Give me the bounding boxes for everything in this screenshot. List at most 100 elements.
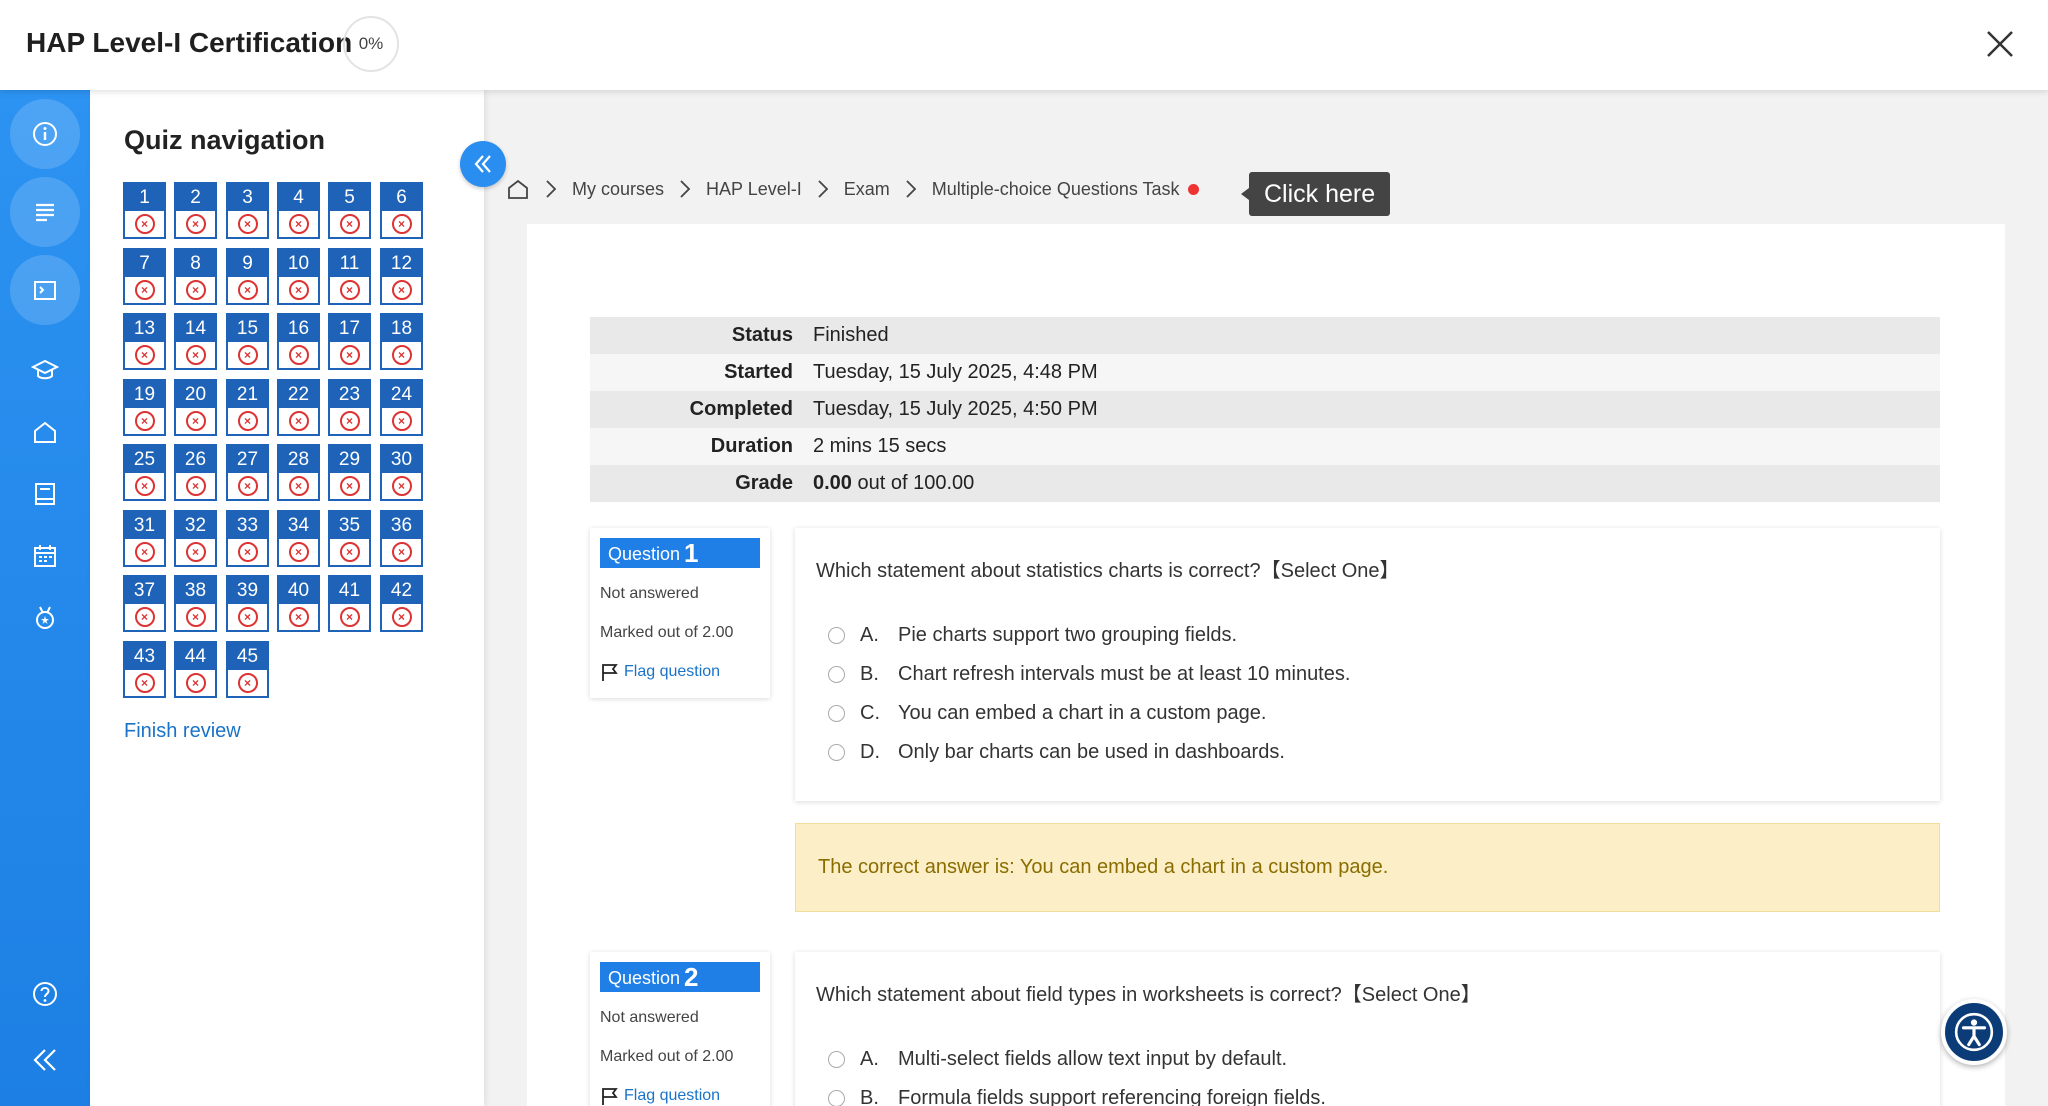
flag-question-button[interactable]: Flag question (600, 662, 720, 682)
accessibility-icon (1954, 1012, 1994, 1052)
question-number: 30 (382, 446, 421, 473)
click-here-tooltip[interactable]: Click here (1240, 172, 1391, 216)
quiz-nav-question-button[interactable]: 25 × (123, 444, 166, 501)
breadcrumb-task[interactable]: Multiple-choice Questions Task (932, 179, 1180, 200)
breadcrumb-exam[interactable]: Exam (844, 179, 890, 200)
quiz-nav-question-button[interactable]: 30 × (380, 444, 423, 501)
incorrect-icon: × (185, 280, 206, 300)
badges-button[interactable] (10, 583, 80, 653)
radio-button[interactable] (828, 1090, 845, 1106)
quiz-nav-question-button[interactable]: 19 × (123, 379, 166, 436)
collapse-rail-button[interactable] (10, 1025, 80, 1095)
option-d[interactable]: D. Only bar charts can be used in dashboa… (828, 741, 1285, 764)
calendar-button[interactable] (10, 521, 80, 591)
quiz-nav-question-button[interactable]: 20 × (174, 379, 217, 436)
courses-button[interactable] (10, 335, 80, 405)
quiz-nav-question-button[interactable]: 12 × (380, 248, 423, 305)
incorrect-icon: × (237, 345, 258, 365)
quiz-nav-question-button[interactable]: 10 × (277, 248, 320, 305)
quiz-nav-question-button[interactable]: 34 × (277, 510, 320, 567)
quiz-nav-question-button[interactable]: 33 × (226, 510, 269, 567)
incorrect-icon: × (339, 476, 360, 496)
home-button[interactable] (10, 397, 80, 467)
question-number: 1 (125, 184, 164, 211)
question-number: 32 (176, 512, 215, 539)
breadcrumb-my-courses[interactable]: My courses (572, 179, 664, 200)
quiz-nav-question-button[interactable]: 3 × (226, 182, 269, 239)
quiz-nav-question-button[interactable]: 39 × (226, 575, 269, 632)
finish-review-link[interactable]: Finish review (124, 720, 241, 743)
home-icon[interactable] (506, 177, 530, 201)
quiz-nav-question-button[interactable]: 16 × (277, 313, 320, 370)
option-letter: A. (860, 1048, 879, 1070)
radio-button[interactable] (828, 1051, 845, 1068)
quiz-button[interactable] (10, 255, 80, 325)
contents-button[interactable] (10, 177, 80, 247)
info-icon (33, 122, 57, 146)
radio-button[interactable] (828, 666, 845, 683)
question-label-text: Question (608, 968, 681, 988)
radio-button[interactable] (828, 627, 845, 644)
quiz-nav-question-button[interactable]: 41 × (328, 575, 371, 632)
quiz-nav-question-button[interactable]: 32 × (174, 510, 217, 567)
list-icon (36, 203, 54, 222)
library-button[interactable] (10, 459, 80, 529)
quiz-nav-question-button[interactable]: 28 × (277, 444, 320, 501)
quiz-nav-question-button[interactable]: 27 × (226, 444, 269, 501)
quiz-nav-question-button[interactable]: 9 × (226, 248, 269, 305)
quiz-nav-question-button[interactable]: 1 × (123, 182, 166, 239)
info-button[interactable] (10, 99, 80, 169)
quiz-nav-question-button[interactable]: 14 × (174, 313, 217, 370)
option-b[interactable]: B. Chart refresh intervals must be at lea… (828, 663, 1350, 686)
quiz-nav-question-button[interactable]: 42 × (380, 575, 423, 632)
quiz-nav-question-button[interactable]: 6 × (380, 182, 423, 239)
quiz-nav-question-button[interactable]: 31 × (123, 510, 166, 567)
double-chevron-left-icon (474, 155, 491, 173)
quiz-nav-question-button[interactable]: 23 × (328, 379, 371, 436)
quiz-nav-question-button[interactable]: 29 × (328, 444, 371, 501)
quiz-icon (34, 281, 56, 300)
quiz-nav-question-button[interactable]: 40 × (277, 575, 320, 632)
quiz-nav-question-button[interactable]: 7 × (123, 248, 166, 305)
accessibility-button[interactable] (1941, 999, 2007, 1065)
quiz-nav-question-button[interactable]: 11 × (328, 248, 371, 305)
incorrect-icon: × (288, 607, 309, 627)
breadcrumb-course[interactable]: HAP Level-I (706, 179, 802, 200)
quiz-nav-question-button[interactable]: 24 × (380, 379, 423, 436)
quiz-nav-question-button[interactable]: 44 × (174, 641, 217, 698)
quiz-nav-question-button[interactable]: 8 × (174, 248, 217, 305)
radio-button[interactable] (828, 744, 845, 761)
quiz-nav-question-button[interactable]: 4 × (277, 182, 320, 239)
quiz-nav-question-button[interactable]: 17 × (328, 313, 371, 370)
incorrect-icon: × (185, 345, 206, 365)
quiz-nav-question-button[interactable]: 15 × (226, 313, 269, 370)
flag-question-button[interactable]: Flag question (600, 1086, 720, 1106)
calendar-icon (34, 545, 56, 567)
quiz-nav-question-button[interactable]: 13 × (123, 313, 166, 370)
quiz-nav-question-button[interactable]: 36 × (380, 510, 423, 567)
progress-indicator: 0% (343, 16, 399, 72)
quiz-nav-question-button[interactable]: 35 × (328, 510, 371, 567)
question-number: 7 (125, 250, 164, 277)
option-a[interactable]: A. Pie charts support two grouping fields… (828, 624, 1237, 647)
quiz-nav-question-button[interactable]: 5 × (328, 182, 371, 239)
quiz-nav-question-button[interactable]: 43 × (123, 641, 166, 698)
quiz-nav-question-button[interactable]: 22 × (277, 379, 320, 436)
quiz-nav-question-button[interactable]: 26 × (174, 444, 217, 501)
incorrect-icon: × (339, 542, 360, 562)
quiz-nav-question-button[interactable]: 21 × (226, 379, 269, 436)
quiz-nav-question-button[interactable]: 18 × (380, 313, 423, 370)
option-c[interactable]: C. You can embed a chart in a custom page… (828, 702, 1266, 725)
quiz-nav-question-button[interactable]: 37 × (123, 575, 166, 632)
help-button[interactable] (10, 959, 80, 1029)
radio-button[interactable] (828, 705, 845, 722)
quiz-nav-question-button[interactable]: 45 × (226, 641, 269, 698)
question-marks: Marked out of 2.00 (600, 624, 734, 641)
incorrect-icon: × (391, 542, 412, 562)
collapse-nav-button[interactable] (460, 141, 506, 187)
option-b[interactable]: B. Formula fields support referencing for… (828, 1087, 1326, 1106)
quiz-nav-question-button[interactable]: 2 × (174, 182, 217, 239)
close-button[interactable] (1982, 26, 2018, 62)
quiz-nav-question-button[interactable]: 38 × (174, 575, 217, 632)
option-a[interactable]: A. Multi-select fields allow text input b… (828, 1048, 1287, 1071)
